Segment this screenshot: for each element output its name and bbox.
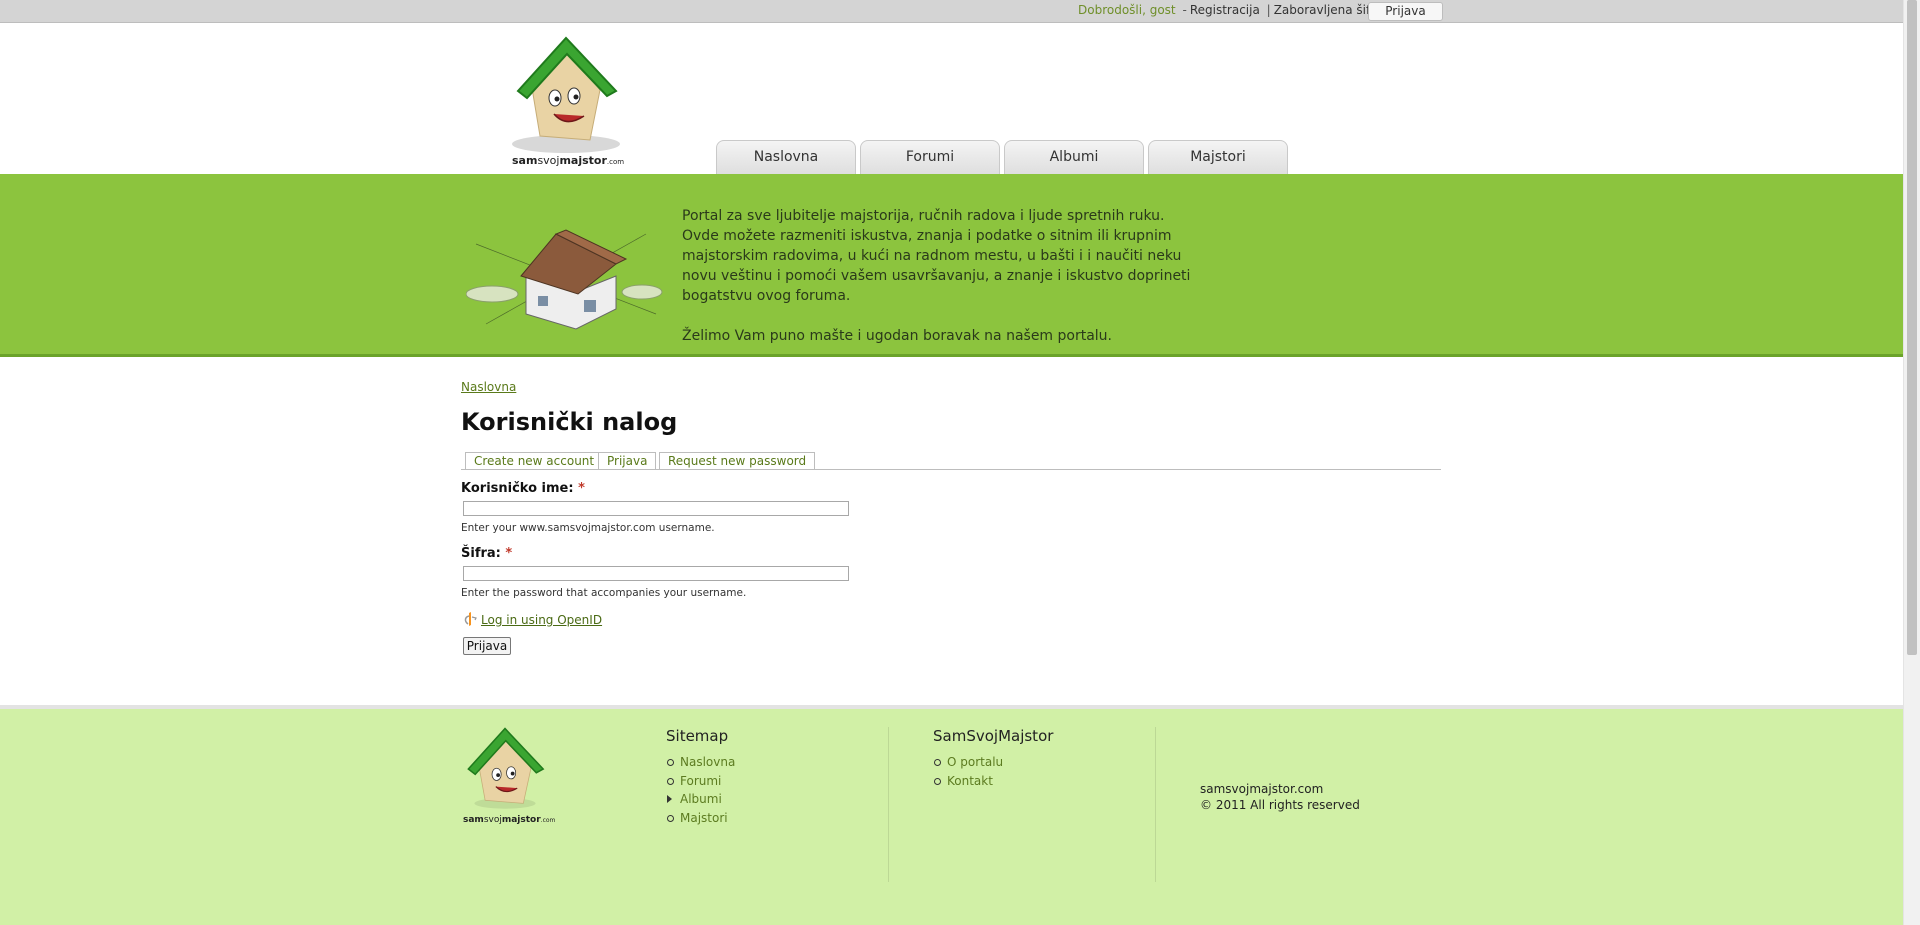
tab-request-password[interactable]: Request new password [659,452,816,469]
username-input[interactable] [463,501,849,516]
sitemap-item-forumi[interactable]: Forumi [667,772,735,791]
intro-text: Portal za sve ljubitelje majstorija, ruč… [682,206,1202,366]
sitemap-title: Sitemap [666,727,729,745]
username-description: Enter your www.samsvojmajstor.com userna… [461,522,715,534]
tab-create-account[interactable]: Create new account [465,452,604,469]
logo-text-com: .com [540,817,556,824]
logo-text-sam: sam [512,154,538,167]
sitemap-item-majstori[interactable]: Majstori [667,809,735,828]
sitemap-item-naslovna[interactable]: Naslovna [667,753,736,772]
footer-divider [1155,727,1156,882]
footer-logo[interactable]: samsvojmajstor.com [461,727,555,825]
logo-text-svoj: svoj [483,815,502,825]
submit-login-button[interactable]: Prijava [463,637,511,655]
footer-link-o-portalu[interactable]: O portalu [934,753,1053,772]
openid-link[interactable]: Log in using OpenID [481,613,602,627]
footer-link-label: O portalu [947,755,1004,769]
footer-link-label: Kontakt [947,773,993,788]
register-link[interactable]: Registracija [1190,3,1260,17]
username-label: Korisničko ime: * [461,481,585,496]
separator: | [1266,3,1271,17]
site-logo[interactable]: samsvojmajstor.com [510,36,624,169]
footer-link-kontakt[interactable]: Kontakt [934,772,1053,791]
footer-site-links: SamSvojMajstor O portalu Kontakt [933,727,1053,790]
header: samsvojmajstor.com Naslovna Forumi Album… [0,23,1903,175]
footer-sitemap: Sitemap Naslovna Forumi Albumi Majstori [666,727,735,827]
logo-text-majstor: majstor [559,154,607,167]
intro-paragraph: Želimo Vam puno mašte i ugodan boravak n… [682,328,1113,344]
password-label: Šifra: * [461,546,512,561]
scrollbar-thumb[interactable] [1907,0,1917,655]
forgot-password-link[interactable]: Zaboravljena šifra [1274,3,1383,17]
openid-login: Log in using OpenID [463,612,602,629]
footer-rights: © 2011 All rights reserved [1200,798,1360,812]
main-content: Naslovna Korisnički nalog Create new acc… [461,380,1441,655]
nav-tab-albumi[interactable]: Albumi [1004,140,1144,175]
page: Dobrodošli, gost - Registracija | Zaboravl… [0,0,1903,925]
username-label-text: Korisničko ime: [461,481,574,496]
tab-login[interactable]: Prijava [598,452,657,469]
login-button[interactable]: Prijava [1368,2,1443,21]
sitemap-item-label: Majstori [680,810,728,825]
account-tabs: Create new account Prijava Request new p… [461,452,1441,470]
footer-logo-wordmark: samsvojmajstor.com [463,815,555,825]
top-bar-links: Dobrodošli, gost - Registracija | Zaboravl… [1078,3,1383,17]
house-construction-illustration [465,204,666,342]
openid-icon [463,612,477,629]
password-label-text: Šifra: [461,546,501,561]
sitemap-item-label: Albumi [680,792,722,806]
footer-divider [888,727,889,882]
logo-text-majstor: majstor [501,815,541,825]
footer: samsvojmajstor.com Sitemap Naslovna Foru… [0,705,1903,925]
page-title: Korisnički nalog [461,408,678,436]
footer-copyright: samsvojmajstor.com © 2011 All rights res… [1200,781,1360,813]
top-bar: Dobrodošli, gost - Registracija | Zaboravl… [0,0,1903,23]
logo-text-com: .com [606,158,625,166]
logo-text-sam: sam [463,815,484,825]
breadcrumb-home-link[interactable]: Naslovna [461,380,516,394]
house-mascot-logo [467,727,545,809]
nav-tab-forumi[interactable]: Forumi [860,140,1000,175]
required-mark: * [578,481,585,496]
password-input[interactable] [463,566,849,581]
welcome-text: Dobrodošli, gost [1078,3,1176,17]
logo-wordmark: samsvojmajstor.com [512,154,624,167]
nav-tab-majstori[interactable]: Majstori [1148,140,1288,175]
vertical-scrollbar[interactable] [1903,0,1920,925]
password-description: Enter the password that accompanies your… [461,587,747,599]
footer-domain: samsvojmajstor.com [1200,782,1324,796]
sitemap-item-albumi[interactable]: Albumi [667,790,735,809]
sitemap-item-label: Forumi [680,773,722,788]
sitemap-item-label: Naslovna [680,755,736,769]
separator: - [1182,3,1187,17]
nav-tab-naslovna[interactable]: Naslovna [716,140,856,175]
intro-paragraph: Portal za sve ljubitelje majstorija, ruč… [682,208,1191,304]
house-mascot-logo [512,36,620,153]
intro-band: Portal za sve ljubitelje majstorija, ruč… [0,174,1903,357]
logo-text-svoj: svoj [537,154,560,167]
required-mark: * [505,546,513,561]
site-links-title: SamSvojMajstor [933,727,1054,745]
